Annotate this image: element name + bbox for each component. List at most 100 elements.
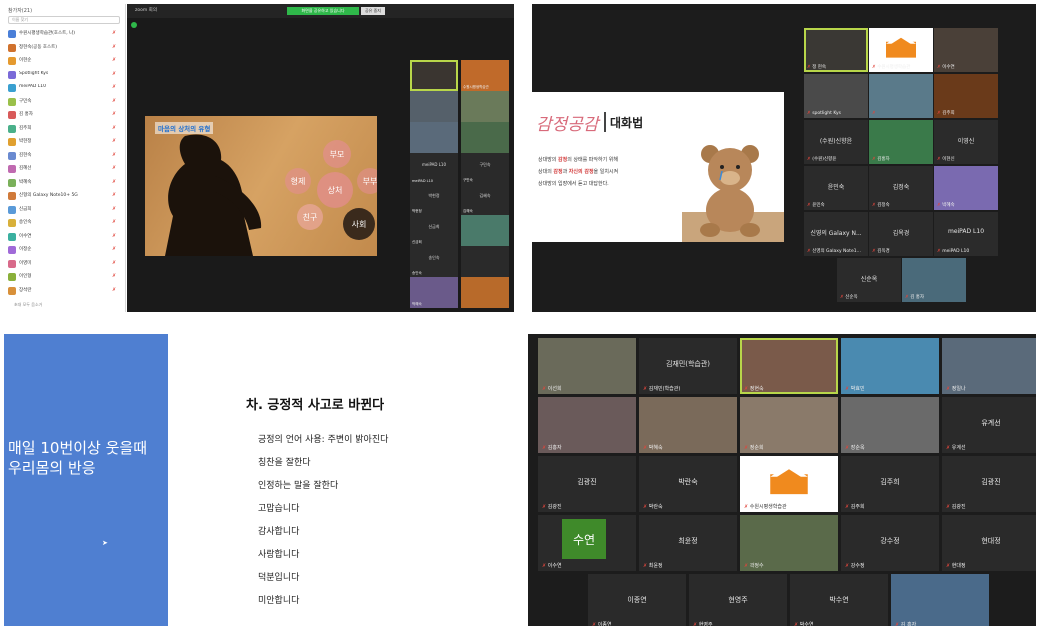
video-tile[interactable]: 김주희김주희 — [841, 456, 939, 512]
participant-row[interactable]: 이수연 ✗ — [4, 231, 126, 243]
video-tile[interactable]: 이수연 — [934, 28, 998, 72]
video-tile[interactable]: 박효민 — [841, 338, 939, 394]
participant-row[interactable]: 이현순 ✗ — [4, 55, 126, 67]
video-tile[interactable]: 신순옥신순옥 — [837, 258, 901, 302]
mic-muted-icon[interactable]: ✗ — [112, 152, 116, 158]
video-tile[interactable]: 수원시평생학습관 — [869, 28, 933, 72]
participant-row[interactable]: 박혜숙 ✗ — [4, 177, 126, 189]
video-tile[interactable] — [461, 91, 509, 122]
video-tile[interactable] — [461, 122, 509, 153]
video-tile[interactable]: 박수연박수연 — [790, 574, 888, 626]
video-tile[interactable]: 박혜숙 — [934, 166, 998, 210]
video-tile[interactable]: 신영의 Galaxy N... 신영의 Galaxy Note1... — [804, 212, 868, 256]
video-tile[interactable]: 정일나 — [942, 338, 1036, 394]
video-tile[interactable]: 장순옥 — [841, 397, 939, 453]
participant-row[interactable]: 구민숙 ✗ — [4, 96, 126, 108]
video-tile[interactable]: 송인숙 송인숙 — [410, 246, 458, 277]
video-tile[interactable]: 수연이수연 — [538, 515, 636, 571]
video-tile[interactable] — [461, 215, 509, 246]
mic-muted-icon[interactable]: ✗ — [112, 179, 116, 185]
stop-share-button[interactable]: 공유 중지 — [361, 7, 385, 15]
video-tile[interactable]: 정순희 — [740, 397, 838, 453]
video-tile[interactable]: 김재민(학습관) 김재민(학습관) — [639, 338, 737, 394]
mic-muted-icon[interactable]: ✗ — [112, 273, 116, 279]
video-tile[interactable]: 이종연이종연 — [588, 574, 686, 626]
video-tile[interactable]: 박혜숙 — [639, 397, 737, 453]
video-tile[interactable]: 신금희 신금희 — [410, 215, 458, 246]
mic-muted-icon[interactable]: ✗ — [112, 246, 116, 252]
participant-row[interactable]: 정현숙(공동 호스트) ✗ — [4, 42, 126, 54]
mic-muted-icon[interactable]: ✗ — [112, 219, 116, 225]
participant-search-input[interactable]: 이름 찾기 — [8, 16, 120, 24]
video-tile[interactable]: 김주희 — [934, 74, 998, 118]
participant-row[interactable]: meiPAD L10 ✗ — [4, 82, 126, 94]
video-tile[interactable] — [410, 60, 458, 91]
mic-muted-icon[interactable]: ✗ — [112, 125, 116, 131]
video-tile[interactable]: 윤민숙윤민숙 — [804, 166, 868, 210]
video-tile[interactable]: 이선희 — [538, 338, 636, 394]
video-tile[interactable] — [869, 74, 933, 118]
video-tile[interactable]: 곽정수 — [740, 515, 838, 571]
video-tile[interactable]: (수원)신향윤 (수원)신향윤 — [804, 120, 868, 164]
participant-row[interactable]: 김현숙 ✗ — [4, 150, 126, 162]
mic-muted-icon[interactable]: ✗ — [112, 138, 116, 144]
mic-muted-icon[interactable]: ✗ — [112, 71, 116, 77]
video-tile[interactable]: 김홍자 — [538, 397, 636, 453]
mic-muted-icon[interactable]: ✗ — [112, 165, 116, 171]
video-tile[interactable]: 김광진김광진 — [538, 456, 636, 512]
video-tile[interactable]: 박란숙박란숙 — [639, 456, 737, 512]
mic-muted-icon[interactable]: ✗ — [112, 192, 116, 198]
video-tile[interactable]: 김 홍자 — [902, 258, 966, 302]
participant-row[interactable]: 송인숙 ✗ — [4, 217, 126, 229]
video-tile[interactable]: 정현숙 — [740, 338, 838, 394]
video-tile[interactable]: 김정숙김정숙 — [869, 166, 933, 210]
video-tile[interactable]: 이영신이현신 — [934, 120, 998, 164]
video-tile[interactable]: 최윤정최윤정 — [639, 515, 737, 571]
video-tile[interactable]: spotlight Kys — [804, 74, 868, 118]
video-tile[interactable] — [410, 122, 458, 153]
participant-row[interactable]: 수원시평생학습관(호스트, 나) ✗ — [4, 28, 126, 40]
mic-muted-icon[interactable]: ✗ — [112, 206, 116, 212]
video-tile[interactable]: 박혜숙 — [410, 277, 458, 308]
participant-row[interactable]: 이인형 ✗ — [4, 271, 126, 283]
mic-muted-icon[interactable]: ✗ — [112, 260, 116, 266]
video-tile[interactable]: 박현정 박현정 — [410, 184, 458, 215]
participant-row[interactable]: 이정순 ✗ — [4, 244, 126, 256]
video-tile[interactable]: 정 현숙 — [804, 28, 868, 72]
video-tile[interactable]: 구민숙 구민숙 — [461, 153, 509, 184]
mic-muted-icon[interactable]: ✗ — [112, 57, 116, 63]
video-tile[interactable]: 김옥경김옥경 — [869, 212, 933, 256]
participant-row[interactable]: 박현정 ✗ — [4, 136, 126, 148]
video-tile[interactable]: 현영주현영주 — [689, 574, 787, 626]
mic-muted-icon[interactable]: ✗ — [112, 111, 116, 117]
participant-row[interactable]: Spotlight Kys ✗ — [4, 69, 126, 81]
video-tile[interactable]: 김혜숙 김혜숙 — [461, 184, 509, 215]
video-tile[interactable] — [461, 277, 509, 308]
video-tile[interactable]: meiPAD L10 meiPAD L10 — [410, 153, 458, 184]
video-tile[interactable]: 강수정강수정 — [841, 515, 939, 571]
video-tile[interactable]: 유계선유계선 — [942, 397, 1036, 453]
participant-row[interactable]: 김 홍자 ✗ — [4, 109, 126, 121]
participant-row[interactable]: 이영미 ✗ — [4, 258, 126, 270]
participant-row[interactable]: 김주희 ✗ — [4, 123, 126, 135]
video-tile[interactable]: 수원시평생학습관 — [740, 456, 838, 512]
mic-muted-icon[interactable]: ✗ — [112, 44, 116, 50]
video-tile[interactable]: 김 홍자 — [891, 574, 989, 626]
mic-muted-icon[interactable]: ✗ — [112, 233, 116, 239]
mic-muted-icon[interactable]: ✗ — [112, 98, 116, 104]
mic-muted-icon[interactable]: ✗ — [112, 287, 116, 293]
video-tile[interactable]: 수원시평생학습관 — [461, 60, 509, 91]
video-tile[interactable]: 김홍자 — [869, 120, 933, 164]
video-tile[interactable] — [461, 246, 509, 277]
video-tile[interactable]: 김광진김광진 — [942, 456, 1036, 512]
video-tile[interactable]: meiPAD L10 meiPAD L10 — [934, 212, 998, 256]
participant-row[interactable]: 신금희 ✗ — [4, 204, 126, 216]
participants-footer[interactable]: 초대 모두 음소거 — [14, 302, 42, 308]
participant-row[interactable]: 신형의 Galaxy Note10+ 5G ✗ — [4, 190, 126, 202]
participant-row[interactable]: 장석란 ✗ — [4, 285, 126, 297]
video-tile[interactable]: 현대정현대정 — [942, 515, 1036, 571]
mic-muted-icon[interactable]: ✗ — [112, 30, 116, 36]
video-tile[interactable] — [410, 91, 458, 122]
mic-muted-icon[interactable]: ✗ — [112, 84, 116, 90]
participant-row[interactable]: 김혜선 ✗ — [4, 163, 126, 175]
